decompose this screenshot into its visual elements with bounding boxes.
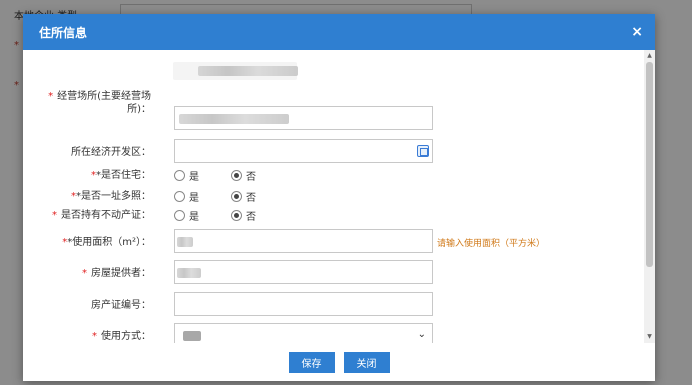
area-hint: 请输入使用面积（平方米）	[437, 239, 546, 249]
dialog-footer: 保存 关闭	[23, 343, 655, 381]
area-input[interactable]	[174, 229, 433, 253]
scroll-thumb[interactable]	[646, 62, 653, 267]
one-addr-label: *是否一址多照：	[76, 191, 151, 202]
radio-yes-label: 是	[189, 172, 199, 183]
usage-label: 使用方式：	[101, 331, 151, 342]
provider-label: 房屋提供者：	[91, 268, 151, 279]
dialog-body: * 经营场所(主要经营场 所)： 所在经济开发区： **是否住宅： 是 否 **是…	[23, 50, 655, 343]
radio-yes-label: 是	[189, 193, 199, 204]
one-addr-yes-radio[interactable]	[174, 191, 185, 202]
scroll-down-icon[interactable]: ▼	[644, 331, 655, 343]
radio-no-label: 否	[246, 212, 256, 223]
save-button[interactable]: 保存	[288, 351, 335, 373]
cert-no-input[interactable]	[174, 292, 433, 316]
cert-no-label: 房产证编号：	[91, 300, 151, 311]
provider-input-value	[177, 268, 201, 278]
premises-label-cont: 所)：	[127, 104, 151, 115]
property-cert-label: 是否持有不动产证：	[61, 210, 151, 221]
area-input-value	[177, 237, 193, 247]
usage-select[interactable]: ⌄	[174, 323, 433, 343]
is-residence-radio-group: 是 否	[174, 168, 288, 183]
one-addr-no-radio[interactable]	[231, 191, 242, 202]
property-cert-no-radio[interactable]	[231, 210, 242, 221]
econ-zone-input[interactable]	[174, 139, 433, 163]
radio-no-label: 否	[246, 193, 256, 204]
one-addr-radio-group: 是 否	[174, 189, 288, 204]
premises-input-value	[179, 114, 289, 124]
close-icon[interactable]: ×	[631, 24, 643, 40]
picker-icon[interactable]	[417, 145, 429, 157]
property-cert-yes-radio[interactable]	[174, 210, 185, 221]
usage-select-value	[183, 331, 201, 341]
is-residence-yes-radio[interactable]	[174, 170, 185, 181]
scroll-up-icon[interactable]: ▲	[644, 50, 655, 62]
residence-info-dialog: 住所信息 × * 经营场所(主要经营场 所)： 所在经济开发区： **是否住宅： …	[23, 14, 655, 381]
chevron-down-icon: ⌄	[417, 329, 426, 340]
econ-zone-label: 所在经济开发区：	[71, 147, 151, 158]
dialog-scrollbar[interactable]: ▲ ▼	[644, 50, 655, 343]
provider-input[interactable]	[174, 260, 433, 284]
premises-blurred-text	[198, 66, 298, 76]
close-button[interactable]: 关闭	[343, 351, 390, 373]
radio-yes-label: 是	[189, 212, 199, 223]
is-residence-no-radio[interactable]	[231, 170, 242, 181]
premises-label: 经营场所(主要经营场	[57, 91, 151, 102]
is-residence-label: *是否住宅：	[96, 170, 151, 181]
property-cert-radio-group: 是 否	[174, 208, 288, 223]
dialog-header: 住所信息 ×	[23, 14, 655, 50]
dialog-title: 住所信息	[39, 25, 88, 40]
radio-no-label: 否	[246, 172, 256, 183]
premises-input[interactable]	[174, 106, 433, 130]
area-label: *使用面积（m²）：	[67, 237, 151, 248]
